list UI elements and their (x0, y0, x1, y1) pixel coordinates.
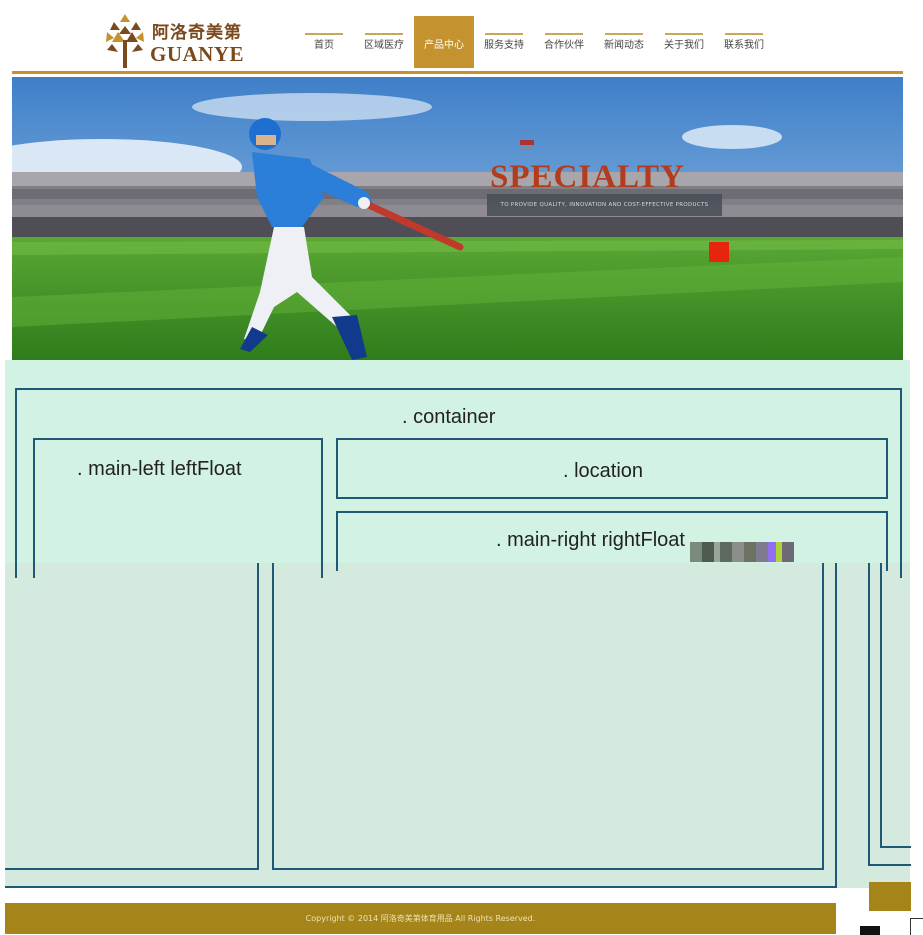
site-header: 阿洛奇美第 GUANYE 首页 区域医疗 产品中心 服务支持 合作伙伴 新闻动态… (12, 0, 903, 74)
nav-item-home[interactable]: 首页 (294, 16, 354, 68)
footer-copyright: Copyright © 2014 阿洛奇美第体育用品 All Rights Re… (305, 914, 536, 923)
nav-item-about[interactable]: 关于我们 (654, 16, 714, 68)
nav-item-label: 区域医疗 (364, 39, 404, 51)
nav-item-label: 合作伙伴 (544, 39, 584, 51)
logo-cn-text: 阿洛奇美第 (152, 23, 242, 43)
nav-item-partners[interactable]: 合作伙伴 (534, 16, 594, 68)
nav-item-label: 联系我们 (724, 39, 764, 51)
container-label: . container (402, 406, 496, 428)
logo-en-text: GUANYE (150, 42, 245, 66)
location-label: . location (563, 460, 644, 482)
hero-banner[interactable]: SPECIALTY TO PROVIDE QUALITY, INNOVATION… (12, 77, 903, 360)
logo-tree-icon (106, 14, 144, 68)
main-right-box-lower (272, 563, 824, 870)
nav-item-news[interactable]: 新闻动态 (594, 16, 654, 68)
nav-item-contact[interactable]: 联系我们 (714, 16, 774, 68)
main-left-label: . main-left leftFloat (77, 458, 242, 480)
nav-item-label: 新闻动态 (604, 39, 644, 51)
nav-item-label: 服务支持 (484, 39, 524, 51)
nav-item-label: 产品中心 (424, 39, 464, 51)
nav-item-regional-medical[interactable]: 区域医疗 (354, 16, 414, 68)
right-edge-box-b (880, 563, 911, 848)
nav-item-label: 首页 (314, 39, 334, 51)
main-left-box-lower (5, 563, 259, 870)
banner-subtitle: TO PROVIDE QUALITY, INNOVATION AND COST-… (487, 194, 722, 216)
nav-item-products[interactable]: 产品中心 (414, 16, 474, 68)
corner-outline (910, 918, 923, 935)
site-footer: Copyright © 2014 阿洛奇美第体育用品 All Rights Re… (5, 903, 836, 934)
corner-black-block (860, 926, 880, 935)
banner-stadium-image (12, 77, 903, 360)
logo[interactable]: 阿洛奇美第 GUANYE (104, 12, 264, 68)
main-nav: 首页 区域医疗 产品中心 服务支持 合作伙伴 新闻动态 关于我们 联系我们 (294, 16, 774, 68)
render-glitch-strip (690, 542, 794, 562)
main-right-label: . main-right rightFloat (496, 529, 685, 551)
footer-accent-block (869, 882, 911, 911)
nav-item-label: 关于我们 (664, 39, 704, 51)
nav-item-service[interactable]: 服务支持 (474, 16, 534, 68)
banner-title: SPECIALTY (490, 159, 685, 195)
